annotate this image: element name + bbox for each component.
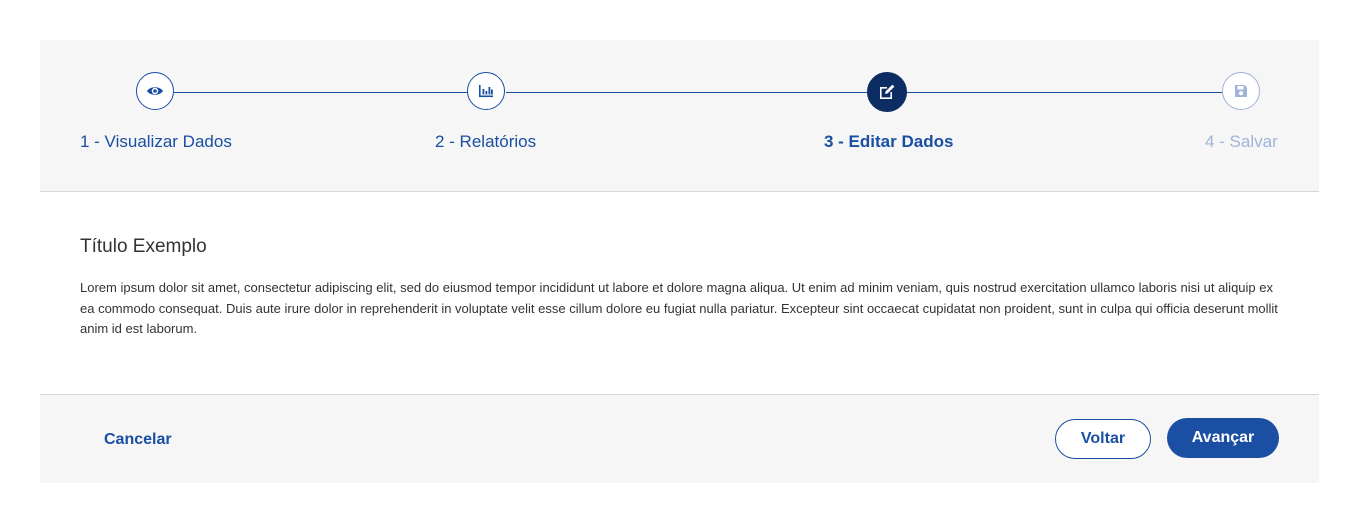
step-connector: [506, 92, 868, 93]
stepper: 1 - Visualizar Dados 2 - Relatórios 3 - …: [40, 40, 1319, 192]
step-1-label[interactable]: 1 - Visualizar Dados: [80, 132, 232, 152]
step-4-button[interactable]: [1222, 72, 1260, 110]
content-title: Título Exemplo: [80, 236, 207, 257]
eye-icon: [146, 85, 164, 97]
step-4-label[interactable]: 4 - Salvar: [1205, 132, 1278, 152]
content-area: Título Exemplo Lorem ipsum dolor sit ame…: [80, 236, 1280, 340]
step-2-button[interactable]: [467, 72, 505, 110]
step-3-label[interactable]: 3 - Editar Dados: [824, 132, 953, 152]
edit-icon: [878, 83, 896, 101]
footer-bar: Cancelar Voltar Avançar: [40, 394, 1319, 483]
step-connector: [906, 92, 1223, 93]
step-3-button[interactable]: [867, 72, 907, 112]
bar-chart-icon: [478, 84, 494, 98]
step-connector: [174, 92, 468, 93]
step-2-label[interactable]: 2 - Relatórios: [435, 132, 536, 152]
content-body: Lorem ipsum dolor sit amet, consectetur …: [80, 280, 1278, 336]
step-1-button[interactable]: [136, 72, 174, 110]
cancel-button[interactable]: Cancelar: [104, 431, 172, 449]
wizard-card: 1 - Visualizar Dados 2 - Relatórios 3 - …: [40, 40, 1319, 483]
save-icon: [1234, 84, 1248, 98]
next-button[interactable]: Avançar: [1167, 418, 1279, 458]
back-button[interactable]: Voltar: [1055, 419, 1151, 459]
